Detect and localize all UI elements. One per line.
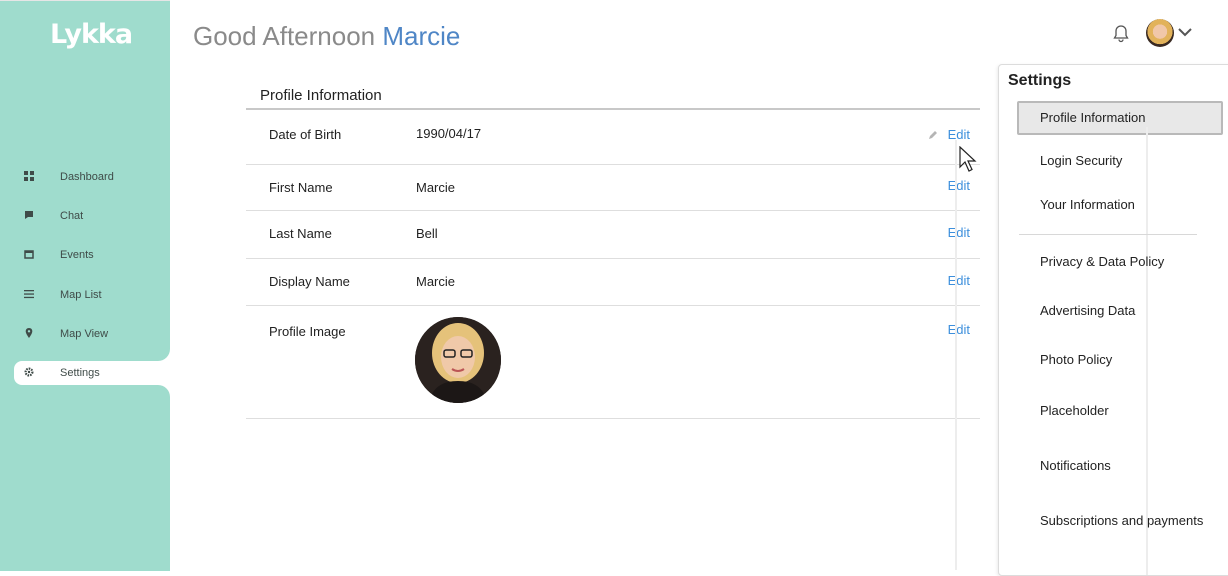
sidebar-item-label: Map View: [60, 328, 109, 340]
row-label: Date of Birth: [269, 127, 342, 142]
guide-line: [1146, 127, 1148, 575]
settings-item-your-information[interactable]: Your Information: [1040, 197, 1135, 212]
settings-item-notifications[interactable]: Notifications: [1040, 458, 1111, 473]
settings-title: Settings: [1008, 72, 1072, 89]
active-tab-curve: [150, 347, 170, 361]
settings-item-placeholder[interactable]: Placeholder: [1040, 403, 1109, 418]
row-divider: [246, 164, 980, 165]
row-value: 1990/04/17: [416, 126, 482, 141]
settings-item-advertising-data[interactable]: Advertising Data: [1040, 303, 1135, 318]
sidebar: Lykka Dashboard Chat Events Map List Map…: [0, 0, 174, 571]
sidebar-item-map-view[interactable]: Map View: [0, 322, 170, 346]
calendar-icon: [24, 250, 34, 259]
edit-button[interactable]: Edit: [948, 322, 970, 337]
gear-icon: [24, 367, 34, 377]
row-label: First Name: [269, 180, 333, 195]
row-divider: [246, 258, 980, 259]
page-greeting: Good Afternoon Marcie: [193, 21, 460, 52]
sidebar-item-map-list[interactable]: Map List: [0, 283, 170, 307]
app-logo[interactable]: Lykka: [50, 19, 133, 50]
sidebar-item-label: Chat: [60, 210, 84, 222]
guide-line: [955, 140, 957, 570]
sidebar-item-label: Events: [60, 249, 94, 261]
greeting-user-name: Marcie: [382, 21, 461, 51]
chevron-down-icon[interactable]: [1178, 27, 1192, 37]
list-icon: [24, 290, 34, 299]
section-divider: [246, 108, 980, 110]
user-avatar[interactable]: [1146, 19, 1174, 47]
active-tab-curve: [150, 385, 170, 399]
settings-item-subscriptions-and-payments[interactable]: Subscriptions and payments: [1040, 513, 1203, 528]
edit-button[interactable]: Edit: [948, 225, 970, 240]
edit-button[interactable]: Edit: [948, 178, 970, 193]
settings-panel: Settings Profile Information Login Secur…: [998, 64, 1228, 576]
sidebar-item-dashboard[interactable]: Dashboard: [0, 165, 170, 189]
row-value: Bell: [416, 226, 438, 241]
settings-divider: [1019, 234, 1197, 235]
row-divider: [246, 418, 980, 419]
settings-item-photo-policy[interactable]: Photo Policy: [1040, 352, 1112, 367]
sidebar-item-events[interactable]: Events: [0, 243, 170, 267]
row-value: Marcie: [416, 274, 456, 289]
section-title: Profile Information: [260, 87, 382, 104]
pencil-icon: [929, 131, 937, 139]
sidebar-item-chat[interactable]: Chat: [0, 204, 170, 228]
mouse-cursor-icon: [959, 146, 977, 172]
row-value: Marcie: [416, 180, 456, 195]
edit-button[interactable]: Edit: [948, 273, 970, 288]
edit-button[interactable]: Edit: [948, 127, 970, 142]
chat-icon: [25, 211, 33, 219]
sidebar-item-label: Settings: [60, 367, 100, 379]
sidebar-item-label: Map List: [60, 289, 102, 301]
settings-item-login-security[interactable]: Login Security: [1040, 153, 1122, 168]
row-label: Profile Image: [269, 324, 346, 339]
bell-icon[interactable]: [1112, 24, 1130, 44]
settings-item-privacy-data-policy[interactable]: Privacy & Data Policy: [1040, 254, 1164, 269]
map-pin-icon: [25, 328, 33, 338]
row-label: Display Name: [269, 274, 350, 289]
sidebar-item-settings[interactable]: Settings: [14, 361, 174, 385]
row-label: Last Name: [269, 226, 332, 241]
profile-photo: [415, 317, 501, 403]
dashboard-icon: [24, 171, 34, 181]
greeting-text: Good Afternoon: [193, 21, 376, 51]
settings-item-profile-information[interactable]: Profile Information: [1040, 110, 1146, 125]
sidebar-item-label: Dashboard: [60, 171, 114, 183]
row-divider: [246, 305, 980, 306]
profile-image[interactable]: [415, 317, 501, 403]
row-divider: [246, 210, 980, 211]
